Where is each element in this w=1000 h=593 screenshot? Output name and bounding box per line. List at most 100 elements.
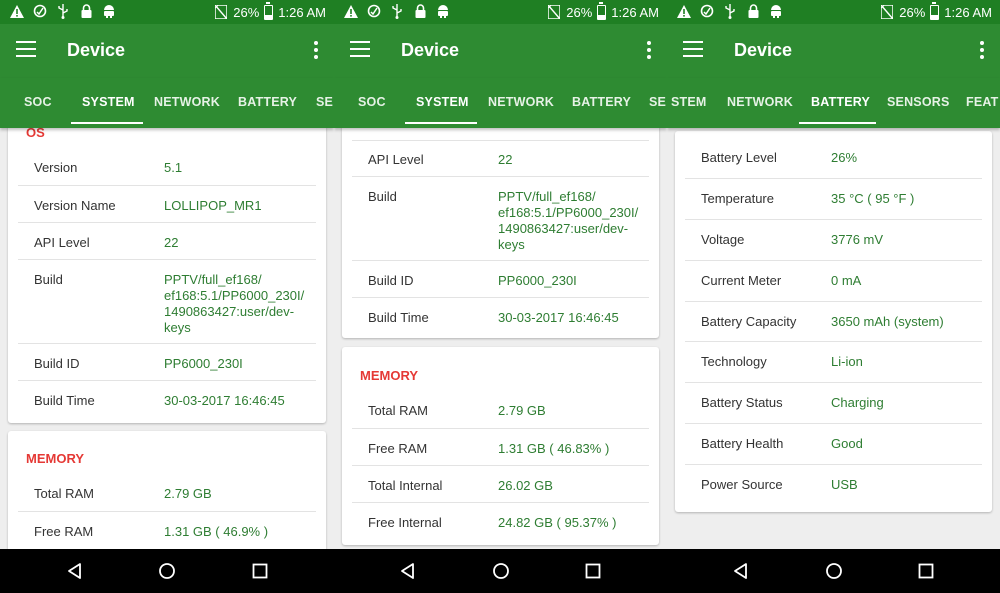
recents-icon[interactable]: [917, 562, 935, 580]
usb-icon: [56, 3, 70, 19]
row-label: Battery Status: [701, 395, 783, 410]
memory-card: MEMORY Total RAM 2.79 GB Free RAM 1.31 G…: [8, 431, 326, 549]
memory-section-title: MEMORY: [360, 368, 419, 383]
tab-soc[interactable]: SOC: [24, 95, 52, 109]
info-row: Current Meter 0 mA: [685, 261, 982, 302]
row-value: 1.31 GB ( 46.83% ): [498, 441, 610, 456]
info-row: Version 5.1: [18, 148, 316, 186]
tab-network[interactable]: NETWORK: [488, 95, 554, 109]
row-label: Technology: [701, 354, 767, 369]
row-value: 35 °C ( 95 °F ): [831, 191, 915, 206]
tab-sensors-partial[interactable]: SE: [649, 95, 666, 109]
info-row: Technology Li-ion: [685, 342, 982, 383]
info-row: Free Internal 24.82 GB ( 95.37% ): [352, 503, 649, 541]
tab-sensors[interactable]: SENSORS: [887, 95, 950, 109]
tab-bar: SOC SYSTEM NETWORK BATTERY SE: [0, 78, 334, 128]
more-vertical-icon[interactable]: [314, 41, 318, 59]
screen-panel-3: 26% 1:26 AM Device STEM NETWORK BATTERY …: [667, 0, 1000, 549]
app-bar: Device: [0, 24, 334, 78]
tab-features-partial[interactable]: FEAT: [966, 95, 999, 109]
info-row: Battery Capacity 3650 mAh (system): [685, 302, 982, 342]
info-row: Total Internal 26.02 GB: [352, 466, 649, 503]
battery-charging-icon: [264, 1, 274, 20]
row-value: 2.79 GB: [164, 486, 212, 501]
row-value: 2.79 GB: [498, 403, 546, 418]
tab-indicator: [71, 122, 143, 124]
no-sim-icon: [880, 4, 894, 20]
info-row: Build ID PP6000_230I: [352, 261, 649, 298]
back-icon[interactable]: [732, 562, 750, 580]
hamburger-menu-icon[interactable]: [350, 41, 370, 59]
home-icon[interactable]: [492, 562, 510, 580]
tab-network[interactable]: NETWORK: [727, 95, 793, 109]
tab-battery[interactable]: BATTERY: [811, 95, 870, 109]
row-value: PP6000_230I: [498, 273, 577, 288]
tab-soc[interactable]: SOC: [358, 95, 386, 109]
info-row: Build PPTV/full_ef168/ ef168:5.1/PP6000_…: [18, 260, 316, 344]
row-label: Build Time: [368, 310, 429, 325]
row-value: 1.31 GB ( 46.9% ): [164, 524, 269, 539]
app-bar: Device: [334, 24, 667, 78]
screen-panel-2: 26% 1:26 AM Device SOC SYSTEM NETWORK BA…: [334, 0, 667, 549]
home-icon[interactable]: [825, 562, 843, 580]
recents-icon[interactable]: [584, 562, 602, 580]
info-row: Build Time 30-03-2017 16:46:45: [352, 298, 649, 336]
info-row: Power Source USB: [685, 465, 982, 506]
row-label: Current Meter: [701, 273, 782, 288]
lock-icon: [746, 3, 760, 19]
row-label: Build ID: [368, 273, 414, 288]
memory-section-title: MEMORY: [26, 451, 85, 466]
tab-sensors-partial[interactable]: SE: [316, 95, 333, 109]
os-card: API Level 22 Build PPTV/full_ef168/ ef16…: [342, 112, 659, 338]
row-label: Power Source: [701, 477, 783, 492]
android-icon: [436, 3, 450, 19]
row-label: Version: [34, 160, 78, 175]
row-value: USB: [831, 477, 858, 492]
row-value: 24.82 GB ( 95.37% ): [498, 515, 617, 530]
tab-system-partial[interactable]: STEM: [671, 95, 707, 109]
row-label: Free RAM: [34, 524, 94, 539]
info-row: Total RAM 2.79 GB: [18, 474, 316, 512]
row-label: Temperature: [701, 191, 774, 206]
data-saver-icon: [33, 3, 47, 19]
tab-system[interactable]: SYSTEM: [82, 95, 135, 109]
tab-battery[interactable]: BATTERY: [238, 95, 297, 109]
row-value: Good: [831, 436, 863, 451]
row-value: 26%: [831, 150, 858, 165]
hamburger-menu-icon[interactable]: [683, 41, 703, 59]
navigation-bar: [0, 549, 1000, 593]
more-vertical-icon[interactable]: [980, 41, 984, 59]
app-title: Device: [734, 40, 793, 60]
home-icon[interactable]: [158, 562, 176, 580]
battery-percent: 26%: [899, 4, 926, 20]
row-label: Battery Level: [701, 150, 777, 165]
row-label: Free RAM: [368, 441, 428, 456]
battery-card: Battery Level 26% Temperature 35 °C ( 95…: [675, 131, 992, 512]
app-title: Device: [67, 40, 126, 60]
android-icon: [102, 3, 116, 19]
tab-network[interactable]: NETWORK: [154, 95, 220, 109]
clock: 1:26 AM: [278, 4, 326, 20]
tab-system[interactable]: SYSTEM: [416, 95, 469, 109]
tab-battery[interactable]: BATTERY: [572, 95, 631, 109]
row-label: Total Internal: [368, 478, 443, 493]
row-label: Battery Health: [701, 436, 784, 451]
recents-icon[interactable]: [251, 562, 269, 580]
row-value: LOLLIPOP_MR1: [164, 198, 262, 213]
more-vertical-icon[interactable]: [647, 41, 651, 59]
info-row: Battery Health Good: [685, 424, 982, 465]
battery-percent: 26%: [566, 4, 593, 20]
info-row: Total RAM 2.79 GB: [352, 391, 649, 429]
back-icon[interactable]: [399, 562, 417, 580]
memory-card: MEMORY Total RAM 2.79 GB Free RAM 1.31 G…: [342, 347, 659, 545]
alert-icon: [10, 3, 24, 19]
lock-icon: [413, 3, 427, 19]
hamburger-menu-icon[interactable]: [16, 41, 36, 59]
row-value: 22: [164, 235, 179, 250]
status-bar: 26% 1:26 AM: [0, 0, 334, 24]
back-icon[interactable]: [66, 562, 84, 580]
alert-icon: [344, 3, 358, 19]
row-value: Charging: [831, 395, 884, 410]
row-label: Free Internal: [368, 515, 442, 530]
data-saver-icon: [367, 3, 381, 19]
